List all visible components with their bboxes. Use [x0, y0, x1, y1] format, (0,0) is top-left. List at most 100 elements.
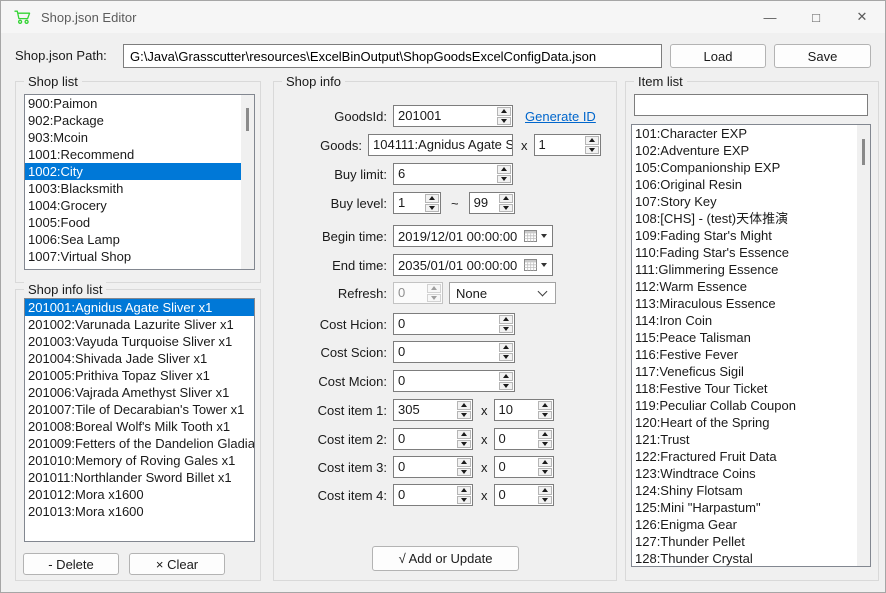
list-item[interactable]: 107:Story Key — [632, 193, 870, 210]
spinner-down-icon[interactable] — [585, 146, 599, 155]
list-item[interactable]: 123:Windtrace Coins — [632, 465, 870, 482]
maximize-button[interactable]: □ — [793, 1, 839, 33]
spinner-down-icon[interactable] — [425, 204, 439, 213]
list-item[interactable]: 116:Festive Fever — [632, 346, 870, 363]
spinner-down-icon[interactable] — [499, 382, 513, 391]
spinner-up-icon[interactable] — [457, 486, 471, 495]
add-or-update-button[interactable]: √ Add or Update — [372, 546, 519, 571]
list-item[interactable]: 201013:Mora x1600 — [25, 503, 254, 520]
delete-button[interactable]: - Delete — [23, 553, 119, 575]
list-item[interactable]: 125:Mini "Harpastum" — [632, 499, 870, 516]
cost-mcion-spinner[interactable]: 0 — [393, 370, 515, 392]
list-item[interactable]: 201010:Memory of Roving Gales x1 — [25, 452, 254, 469]
list-item[interactable]: 1003:Blacksmith — [25, 180, 254, 197]
minimize-button[interactable]: — — [747, 1, 793, 33]
list-item[interactable]: 108:[CHS] - (test)天体推演 — [632, 210, 870, 227]
list-item[interactable]: 201008:Boreal Wolf's Milk Tooth x1 — [25, 418, 254, 435]
list-item[interactable]: 102:Adventure EXP — [632, 142, 870, 159]
spinner-up-icon[interactable] — [457, 401, 471, 410]
spinner-down-icon[interactable] — [457, 468, 471, 477]
cost-item-4-id-spinner[interactable]: 0 — [393, 484, 473, 506]
goodsid-spinner[interactable]: 201001 — [393, 105, 513, 127]
cost-item-3-id-spinner[interactable]: 0 — [393, 456, 473, 478]
spinner-down-icon[interactable] — [497, 117, 511, 126]
list-item[interactable]: 1007:Virtual Shop — [25, 248, 254, 265]
list-item[interactable]: 127:Thunder Pellet — [632, 533, 870, 550]
cost-item-1-qty-spinner[interactable]: 10 — [494, 399, 554, 421]
spinner-down-icon[interactable] — [457, 411, 471, 420]
scrollbar-track[interactable] — [241, 95, 254, 269]
spinner-down-icon[interactable] — [538, 411, 552, 420]
list-item[interactable]: 106:Original Resin — [632, 176, 870, 193]
list-item[interactable]: 903:Mcoin — [25, 129, 254, 146]
cost-item-3-qty-spinner[interactable]: 0 — [494, 456, 554, 478]
cost-hcion-spinner[interactable]: 0 — [393, 313, 515, 335]
begin-time-picker[interactable]: 2019/12/01 00:00:00 — [393, 225, 553, 247]
spinner-down-icon[interactable] — [499, 204, 513, 213]
spinner-up-icon[interactable] — [499, 194, 513, 203]
item-listbox[interactable]: 101:Character EXP 102:Adventure EXP 105:… — [631, 124, 871, 567]
goods-combobox[interactable]: 104111:Agnidus Agate S — [368, 134, 513, 156]
list-item[interactable]: 122:Fractured Fruit Data — [632, 448, 870, 465]
list-item[interactable]: 124:Shiny Flotsam — [632, 482, 870, 499]
list-item[interactable]: 105:Companionship EXP — [632, 159, 870, 176]
goods-qty-spinner[interactable]: 1 — [534, 134, 601, 156]
buy-level-min-spinner[interactable]: 1 — [393, 192, 441, 214]
spinner-down-icon[interactable] — [499, 353, 513, 362]
spinner-up-icon[interactable] — [497, 107, 511, 116]
spinner-down-icon[interactable] — [457, 496, 471, 505]
list-item[interactable]: 121:Trust — [632, 431, 870, 448]
generate-id-link[interactable]: Generate ID — [525, 109, 596, 124]
list-item[interactable]: 109:Fading Star's Might — [632, 227, 870, 244]
list-item[interactable]: 201004:Shivada Jade Sliver x1 — [25, 350, 254, 367]
list-item[interactable]: 112:Warm Essence — [632, 278, 870, 295]
close-button[interactable]: ✕ — [839, 1, 885, 33]
shop-listbox[interactable]: 900:Paimon 902:Package 903:Mcoin 1001:Re… — [24, 94, 255, 270]
spinner-up-icon[interactable] — [499, 372, 513, 381]
list-item[interactable]: 117:Veneficus Sigil — [632, 363, 870, 380]
cost-item-2-id-spinner[interactable]: 0 — [393, 428, 473, 450]
list-item[interactable]: 118:Festive Tour Ticket — [632, 380, 870, 397]
list-item[interactable]: 201003:Vayuda Turquoise Sliver x1 — [25, 333, 254, 350]
list-item[interactable]: 1001:Recommend — [25, 146, 254, 163]
cost-item-2-qty-spinner[interactable]: 0 — [494, 428, 554, 450]
end-time-picker[interactable]: 2035/01/01 00:00:00 — [393, 254, 553, 276]
cost-item-1-id-spinner[interactable]: 305 — [393, 399, 473, 421]
spinner-up-icon[interactable] — [585, 136, 599, 145]
list-item[interactable]: 1006:Sea Lamp — [25, 231, 254, 248]
load-button[interactable]: Load — [670, 44, 766, 68]
list-item[interactable]: 201002:Varunada Lazurite Sliver x1 — [25, 316, 254, 333]
dropdown-arrow-icon[interactable] — [541, 234, 547, 238]
list-item[interactable]: 101:Character EXP — [632, 125, 870, 142]
spinner-up-icon[interactable] — [499, 343, 513, 352]
list-item[interactable]: 115:Peace Talisman — [632, 329, 870, 346]
list-item[interactable]: 1004:Grocery — [25, 197, 254, 214]
dropdown-arrow-icon[interactable] — [541, 263, 547, 267]
item-search-input[interactable] — [634, 94, 868, 116]
list-item[interactable]: 120:Heart of the Spring — [632, 414, 870, 431]
buy-limit-spinner[interactable]: 6 — [393, 163, 513, 185]
list-item[interactable]: 201005:Prithiva Topaz Sliver x1 — [25, 367, 254, 384]
list-item[interactable]: 201007:Tile of Decarabian's Tower x1 — [25, 401, 254, 418]
spinner-up-icon[interactable] — [538, 430, 552, 439]
scrollbar-thumb[interactable] — [246, 108, 249, 131]
list-item[interactable]: 114:Iron Coin — [632, 312, 870, 329]
list-item[interactable]: 201006:Vajrada Amethyst Sliver x1 — [25, 384, 254, 401]
spinner-up-icon[interactable] — [457, 458, 471, 467]
spinner-down-icon[interactable] — [499, 325, 513, 334]
spinner-down-icon[interactable] — [457, 440, 471, 449]
list-item[interactable]: 110:Fading Star's Essence — [632, 244, 870, 261]
list-item[interactable]: 1005:Food — [25, 214, 254, 231]
spinner-down-icon[interactable] — [538, 468, 552, 477]
path-input[interactable] — [123, 44, 662, 68]
spinner-up-icon[interactable] — [538, 458, 552, 467]
list-item[interactable]: 902:Package — [25, 112, 254, 129]
refresh-mode-dropdown[interactable]: None — [449, 282, 556, 304]
list-item[interactable]: 201009:Fetters of the Dandelion Gladiato… — [25, 435, 254, 452]
list-item[interactable]: 113:Miraculous Essence — [632, 295, 870, 312]
spinner-up-icon[interactable] — [538, 486, 552, 495]
clear-button[interactable]: × Clear — [129, 553, 225, 575]
scrollbar-track[interactable] — [857, 125, 870, 566]
spinner-up-icon[interactable] — [499, 315, 513, 324]
spinner-up-icon[interactable] — [497, 165, 511, 174]
